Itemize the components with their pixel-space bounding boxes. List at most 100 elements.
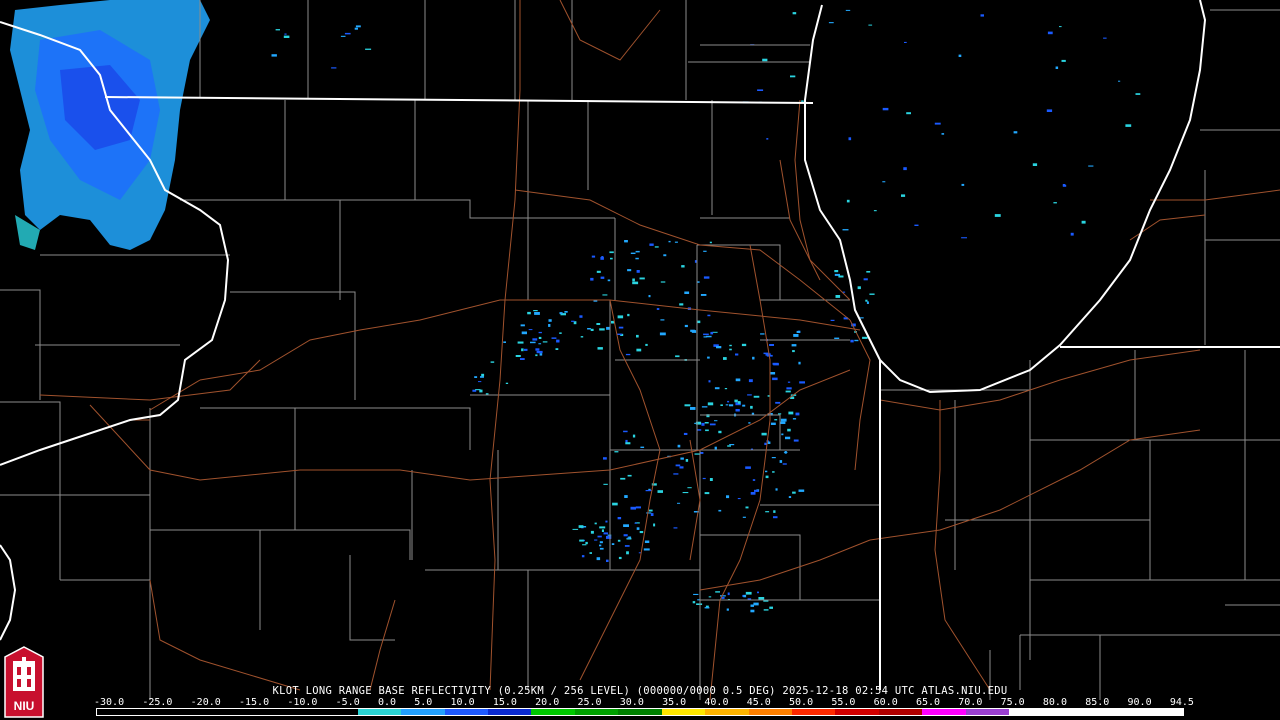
color-bar-segment (1139, 709, 1183, 715)
echo-speck (714, 420, 718, 422)
color-bar-segment (705, 709, 749, 715)
echo-speck (630, 506, 636, 510)
color-bar-segment (183, 709, 228, 715)
echo-speck (520, 358, 525, 360)
reflectivity-color-bar (96, 708, 1184, 716)
echo-speck (793, 439, 799, 442)
color-bar-segment (792, 709, 836, 715)
color-bar-segment (1052, 709, 1097, 715)
scale-label: 40.0 (704, 697, 729, 708)
echo-speck (680, 457, 684, 460)
echo-speck (571, 320, 575, 322)
echo-speck (704, 492, 710, 495)
state-boundaries (0, 0, 1280, 690)
echo-speck (914, 224, 919, 226)
echo-speck (750, 609, 755, 613)
echo-speck (628, 536, 632, 539)
echo-speck (590, 530, 594, 534)
echo-speck (624, 545, 630, 547)
scale-label: 10.0 (450, 697, 475, 708)
echo-speck (601, 529, 604, 532)
echo-speck (743, 594, 747, 598)
echo-speck (603, 532, 609, 535)
echo-speck (623, 534, 628, 537)
echo-speck (795, 412, 800, 416)
echo-speck (1062, 184, 1067, 187)
echo-speck (635, 250, 640, 253)
echo-speck (725, 404, 729, 406)
scale-label: -10.0 (287, 697, 318, 708)
echo-speck (828, 22, 834, 24)
echo-speck (703, 250, 707, 252)
echo-speck (700, 294, 707, 296)
color-bar-segment (97, 709, 141, 715)
echo-speck (720, 595, 726, 597)
echo-speck (657, 490, 663, 493)
echo-speck (764, 442, 767, 445)
echo-speck (635, 506, 641, 509)
echo-speck (1046, 109, 1053, 112)
echo-speck (625, 442, 631, 445)
echo-speck (648, 509, 653, 512)
echo-speck (752, 479, 756, 481)
scale-label: 45.0 (746, 697, 771, 708)
echo-speck (748, 379, 753, 383)
echo-speck (505, 382, 509, 384)
echo-speck (712, 331, 718, 333)
echo-speck (640, 446, 645, 448)
echo-speck (590, 277, 594, 281)
echo-speck (660, 319, 665, 321)
scale-label: 35.0 (662, 697, 687, 708)
scale-label: 5.0 (414, 697, 433, 708)
echo-speck (783, 451, 788, 453)
echo-speck (677, 502, 681, 504)
scale-label: 0.0 (377, 697, 397, 708)
echo-speck (617, 517, 622, 520)
color-bar-segment (227, 709, 271, 715)
logo-text: NIU (13, 699, 35, 713)
echo-speck (1013, 131, 1018, 134)
echo-speck (679, 303, 684, 306)
echo-speck (709, 423, 716, 426)
echo-speck (614, 451, 619, 453)
color-bar-segment (357, 709, 402, 715)
product-title: KLOT LONG RANGE BASE REFLECTIVITY (0.25K… (272, 685, 1008, 697)
echo-speck (538, 331, 542, 334)
echo-speck (618, 326, 624, 329)
echo-speck (786, 387, 792, 390)
echo-speck (639, 277, 645, 280)
echo-speck (787, 428, 791, 432)
echo-speck (1081, 220, 1086, 224)
echo-speck (682, 492, 689, 494)
echo-speck (934, 122, 941, 125)
echo-speck (785, 390, 791, 393)
echo-speck (758, 597, 765, 600)
echo-speck (1088, 165, 1094, 167)
echo-speck (515, 355, 521, 357)
echo-speck (674, 241, 678, 243)
echo-speck (750, 604, 754, 607)
echo-speck (590, 328, 594, 331)
echo-speck (903, 167, 907, 171)
echo-speck (729, 404, 734, 407)
echo-speck (742, 404, 746, 407)
echo-speck (769, 606, 773, 609)
echo-speck (580, 336, 584, 338)
echo-speck (284, 33, 287, 35)
echo-speck (675, 464, 681, 467)
echo-speck (868, 24, 873, 26)
echo-speck (774, 419, 778, 421)
echo-speck (607, 534, 612, 536)
echo-speck (596, 557, 601, 561)
echo-speck (474, 376, 478, 378)
echo-speck (707, 314, 711, 317)
echo-speck (1032, 163, 1038, 166)
echo-speck (605, 520, 608, 523)
echo-speck (801, 100, 804, 102)
echo-speck (745, 466, 751, 469)
echo-speck (714, 446, 717, 450)
echo-speck (659, 332, 666, 336)
color-bar-segment (965, 709, 1010, 715)
echo-speck (606, 535, 612, 539)
echo-speck (603, 457, 607, 460)
